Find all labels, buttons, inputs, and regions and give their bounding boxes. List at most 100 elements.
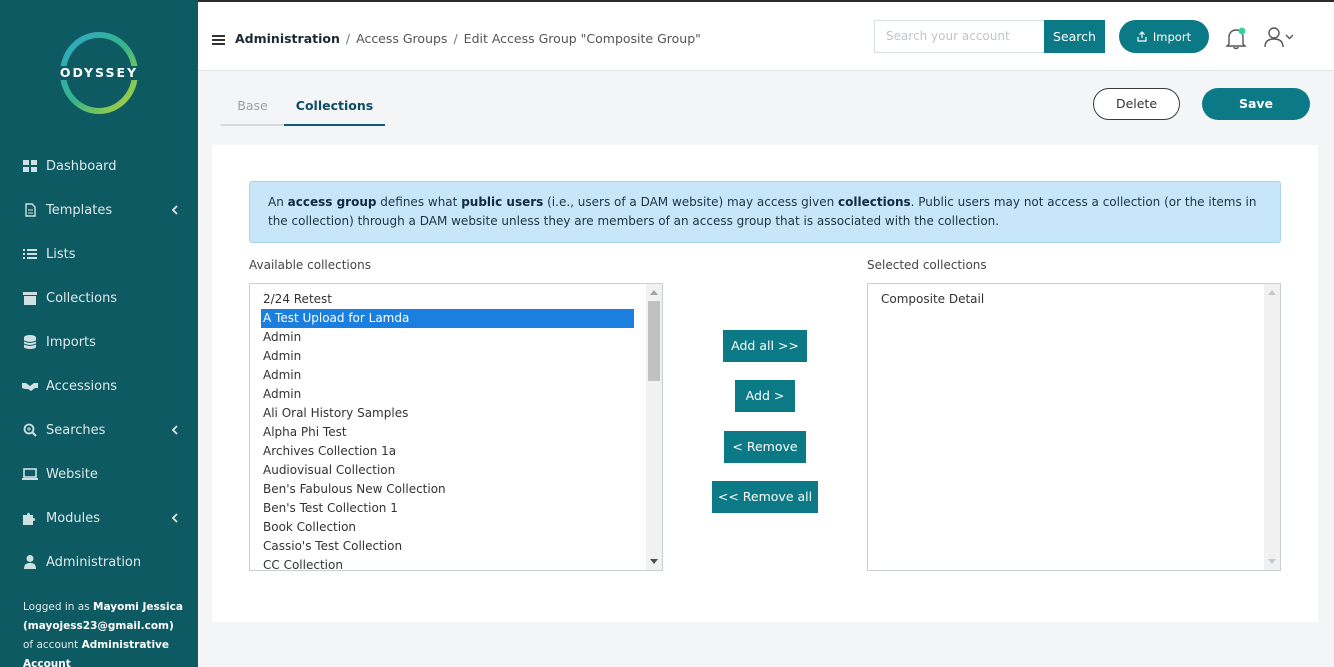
available-collections-label: Available collections — [249, 258, 371, 272]
database-icon — [22, 334, 38, 350]
search-button[interactable]: Search — [1044, 20, 1105, 53]
sidebar-item-lists[interactable]: Lists — [0, 232, 198, 276]
dashboard-icon — [22, 158, 38, 174]
available-collection-option[interactable]: Admin — [261, 328, 301, 347]
sidebar-item-label: Website — [46, 466, 98, 482]
available-collection-option[interactable]: Audiovisual Collection — [261, 461, 395, 480]
sidebar-item-label: Lists — [46, 246, 76, 262]
sidebar: ODYSSEY Dashboard Templates Lists Collectio… — [0, 0, 198, 667]
sidebar-item-templates[interactable]: Templates — [0, 188, 198, 232]
add-all-button[interactable]: Add all >> — [723, 330, 807, 362]
available-collections-list[interactable]: 2/24 Retest A Test Upload for Lamda Admin A… — [249, 283, 663, 571]
sidebar-item-accessions[interactable]: Accessions — [0, 364, 198, 408]
info-term-public-users: public users — [461, 195, 544, 209]
user-menu-icon[interactable] — [1264, 26, 1298, 48]
info-text: (i.e., users of a DAM website) may acces… — [543, 195, 839, 209]
sidebar-item-searches[interactable]: Searches — [0, 408, 198, 452]
notification-bell-icon[interactable] — [1225, 26, 1247, 50]
import-button[interactable]: Import — [1119, 20, 1209, 53]
breadcrumb-current: Edit Access Group "Composite Group" — [463, 31, 701, 46]
tab-bar: Base Collections — [221, 88, 385, 126]
info-term-collections: collections — [838, 195, 911, 209]
available-collection-option[interactable]: Alpha Phi Test — [261, 423, 347, 442]
available-collection-option[interactable]: Book Collection — [261, 518, 356, 537]
import-button-label: Import — [1152, 29, 1192, 44]
archive-icon — [22, 290, 38, 306]
scroll-down-arrow-icon[interactable] — [1268, 559, 1276, 564]
scrollbar-thumb[interactable] — [648, 301, 660, 381]
sidebar-item-imports[interactable]: Imports — [0, 320, 198, 364]
breadcrumb-separator: / — [453, 31, 458, 46]
sidebar-item-label: Collections — [46, 290, 118, 306]
sidebar-item-collections[interactable]: Collections — [0, 276, 198, 320]
save-button[interactable]: Save — [1202, 88, 1310, 120]
add-button[interactable]: Add > — [735, 380, 795, 412]
collections-card: An access group defines what public user… — [212, 145, 1318, 622]
sidebar-item-label: Dashboard — [46, 158, 117, 174]
logged-in-info: Logged in as Mayomi Jessica (mayojess23@… — [23, 598, 183, 667]
scroll-down-arrow-icon[interactable] — [650, 559, 658, 564]
remove-all-button[interactable]: << Remove all — [712, 481, 818, 513]
sidebar-item-label: Accessions — [46, 378, 118, 394]
chevron-left-icon[interactable] — [168, 203, 182, 217]
available-collection-option[interactable]: Admin — [261, 347, 301, 366]
breadcrumb-administration[interactable]: Administration — [235, 31, 340, 46]
breadcrumb-separator: / — [345, 31, 351, 46]
breadcrumb-access-groups[interactable]: Access Groups — [356, 31, 447, 46]
sidebar-item-label: Templates — [46, 202, 113, 218]
available-collection-option[interactable]: Admin — [261, 385, 301, 404]
available-collection-option[interactable]: Admin — [261, 366, 301, 385]
sidebar-item-website[interactable]: Website — [0, 452, 198, 496]
search-input[interactable]: Search your account — [874, 20, 1044, 53]
available-collection-option[interactable]: A Test Upload for Lamda — [261, 309, 634, 328]
info-term-access-group: access group — [287, 195, 377, 209]
user-icon — [22, 554, 38, 570]
sidebar-item-label: Imports — [46, 334, 96, 350]
scroll-up-arrow-icon[interactable] — [650, 290, 658, 295]
logged-in-user-name: Mayomi Jessica — [93, 601, 183, 613]
available-collection-option[interactable]: 2/24 Retest — [261, 290, 332, 309]
tab-base[interactable]: Base — [221, 88, 284, 126]
selected-collections-list[interactable]: Composite Detail — [867, 283, 1281, 571]
sidebar-item-administration[interactable]: Administration — [0, 540, 198, 584]
breadcrumb: Administration / Access Groups / Edit Access… — [235, 31, 701, 46]
available-collection-option[interactable]: Ali Oral History Samples — [261, 404, 408, 423]
top-header: Administration / Access Groups / Edit Access… — [198, 0, 1334, 71]
info-text: defines what — [376, 195, 462, 209]
hamburger-menu-icon[interactable] — [212, 34, 225, 46]
logged-in-of-account: of account — [23, 639, 79, 651]
laptop-icon — [22, 466, 38, 482]
brand-name: ODYSSEY — [56, 66, 142, 80]
scroll-up-arrow-icon[interactable] — [1268, 290, 1276, 295]
selected-list-scrollbar[interactable] — [1264, 284, 1280, 570]
odyssey-logo[interactable]: ODYSSEY — [56, 30, 142, 116]
tab-collections[interactable]: Collections — [284, 88, 385, 126]
upload-icon — [1137, 31, 1147, 42]
available-collection-option[interactable]: Ben's Fabulous New Collection — [261, 480, 446, 499]
search-plus-icon — [22, 422, 38, 438]
sidebar-item-modules[interactable]: Modules — [0, 496, 198, 540]
info-alert: An access group defines what public user… — [249, 181, 1281, 243]
puzzle-icon — [22, 510, 38, 526]
sidebar-item-label: Searches — [46, 422, 106, 438]
available-collection-option[interactable]: CC Collection — [261, 556, 343, 570]
available-list-scrollbar[interactable] — [646, 284, 662, 570]
sidebar-item-label: Administration — [46, 554, 142, 570]
delete-button[interactable]: Delete — [1093, 88, 1180, 120]
logged-in-user-email: (mayojess23@gmail.com) — [23, 620, 174, 632]
document-icon — [22, 202, 38, 218]
sidebar-item-dashboard[interactable]: Dashboard — [0, 144, 198, 188]
selected-collection-option[interactable]: Composite Detail — [879, 290, 984, 309]
logged-in-prefix: Logged in as — [23, 601, 90, 613]
chevron-left-icon[interactable] — [168, 423, 182, 437]
available-collection-option[interactable]: Archives Collection 1a — [261, 442, 396, 461]
sidebar-item-label: Modules — [46, 510, 101, 526]
available-collection-option[interactable]: Cassio's Test Collection — [261, 537, 402, 556]
handshake-icon — [22, 378, 38, 394]
sidebar-nav: Dashboard Templates Lists Collections Import… — [0, 144, 198, 584]
chevron-left-icon[interactable] — [168, 511, 182, 525]
selected-collections-label: Selected collections — [867, 258, 987, 272]
available-collection-option[interactable]: Ben's Test Collection 1 — [261, 499, 398, 518]
remove-button[interactable]: < Remove — [724, 431, 806, 463]
list-icon — [22, 246, 38, 262]
